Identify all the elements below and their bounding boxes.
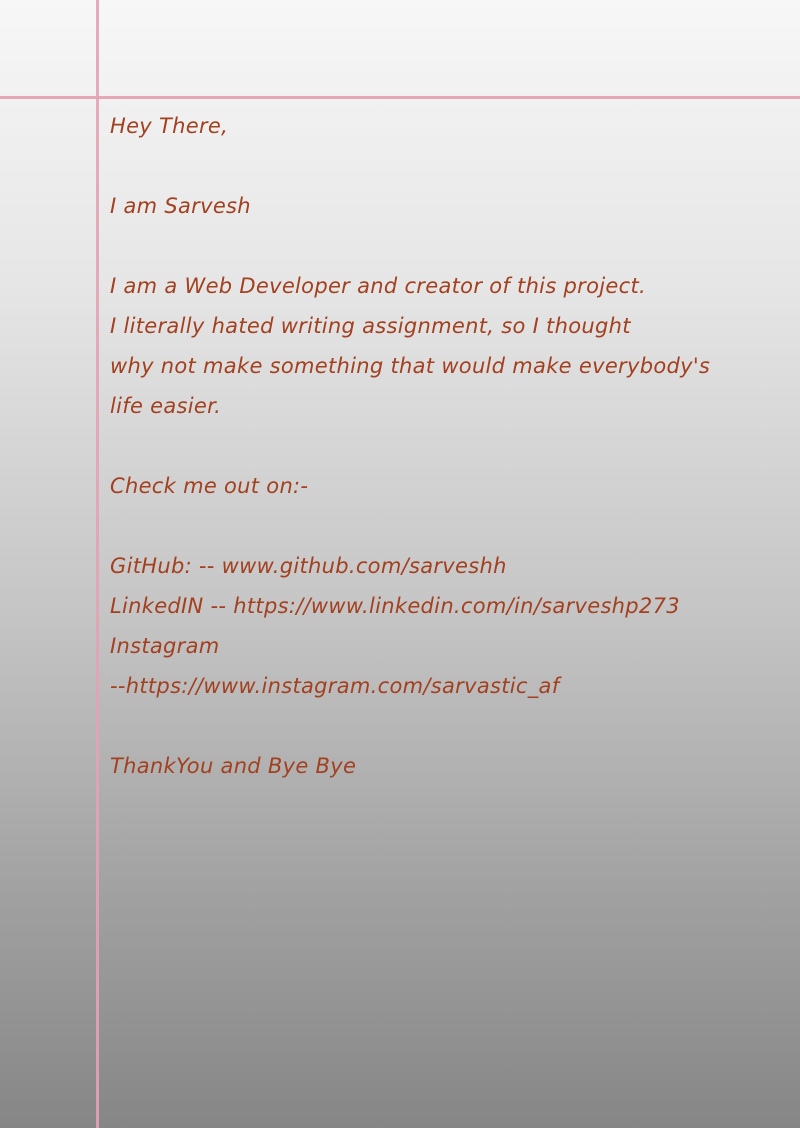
- greeting: Hey There,: [110, 114, 229, 138]
- left-margin-line: [96, 0, 99, 1128]
- github-link: GitHub: -- www.github.com/sarveshh: [110, 554, 507, 578]
- header-margin-line: [0, 96, 800, 99]
- linkedin-link: LinkedIN -- https://www.linkedin.com/in/…: [110, 594, 680, 618]
- closing: ThankYou and Bye Bye: [110, 754, 357, 778]
- check-out-label: Check me out on:-: [110, 474, 309, 498]
- instagram-label: Instagram: [110, 634, 220, 658]
- intro: I am Sarvesh: [110, 194, 251, 218]
- body-line: I am a Web Developer and creator of this…: [110, 274, 646, 298]
- instagram-link: --https://www.instagram.com/sarvastic_af: [110, 674, 560, 698]
- body-line: why not make something that would make e…: [110, 354, 711, 378]
- body-line: life easier.: [110, 394, 222, 418]
- body-line: I literally hated writing assignment, so…: [110, 314, 631, 338]
